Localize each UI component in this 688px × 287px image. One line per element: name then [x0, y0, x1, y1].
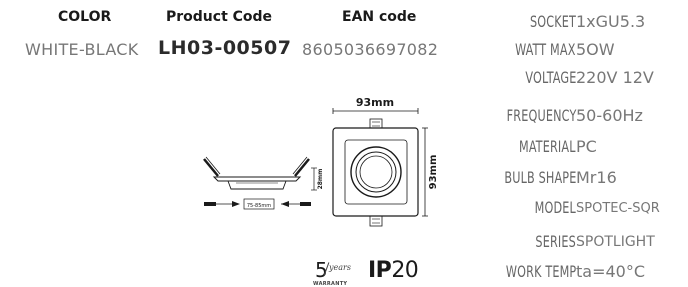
- spec-key: BULB SHAPE: [503, 168, 576, 187]
- spec-value: Mr16: [576, 168, 617, 187]
- spec-key: VOLTAGE: [524, 68, 576, 87]
- warranty-unit: years: [329, 263, 351, 272]
- ip-prefix: IP: [368, 258, 392, 283]
- spec-row-work-temp: WORK TEMP ta=40°C: [470, 262, 688, 286]
- cutout-dimension-label: 75-85mm: [247, 203, 271, 209]
- spec-key: SERIES: [535, 232, 576, 251]
- spec-row-socket: SOCKET 1xGU5.3: [470, 12, 688, 36]
- spec-row-series: SERIES SPOTLIGHT: [470, 232, 688, 256]
- spec-key: WATT MAX: [515, 40, 576, 59]
- spec-key: MODEL: [534, 198, 576, 217]
- height-dimension-label: 93mm: [428, 155, 439, 190]
- warranty-label: WARRANTY: [313, 281, 348, 287]
- spec-row-voltage: VOLTAGE 220V 12V: [470, 68, 688, 92]
- spec-key: SOCKET: [529, 12, 576, 31]
- ip-value: 20: [391, 258, 419, 283]
- spec-value: SPOTLIGHT: [576, 234, 655, 250]
- spec-row-frequency: FREQUENCY 50-60Hz: [470, 106, 688, 130]
- spec-value: 5OW: [576, 40, 615, 59]
- spec-row-bulb-shape: BULB SHAPE Mr16: [470, 168, 688, 192]
- warranty-badge: 5 years WARRANTY: [313, 258, 360, 287]
- spec-row-watt-max: WATT MAX 5OW: [470, 40, 688, 64]
- spec-row-model: MODEL SPOTEC-SQR: [470, 198, 688, 222]
- ip-rating-badge: IP20: [368, 258, 419, 283]
- spec-value: 1xGU5.3: [576, 12, 646, 31]
- depth-dimension-label: 28mm: [317, 169, 324, 190]
- spec-key: FREQUENCY: [506, 106, 576, 125]
- spec-value: 220V 12V: [576, 68, 654, 87]
- spec-value: SPOTEC-SQR: [576, 201, 660, 216]
- width-dimension-label: 93mm: [356, 96, 394, 109]
- side-view: 28mm 75-85mm: [203, 156, 324, 210]
- spec-value: PC: [576, 137, 597, 156]
- spec-value: ta=40°C: [576, 262, 646, 281]
- spec-key: MATERIAL: [519, 137, 576, 156]
- top-view: 93mm 93mm: [332, 96, 439, 227]
- spec-row-material: MATERIAL PC: [470, 137, 688, 161]
- spec-key: WORK TEMP: [505, 262, 576, 281]
- spec-value: 50-60Hz: [576, 106, 643, 125]
